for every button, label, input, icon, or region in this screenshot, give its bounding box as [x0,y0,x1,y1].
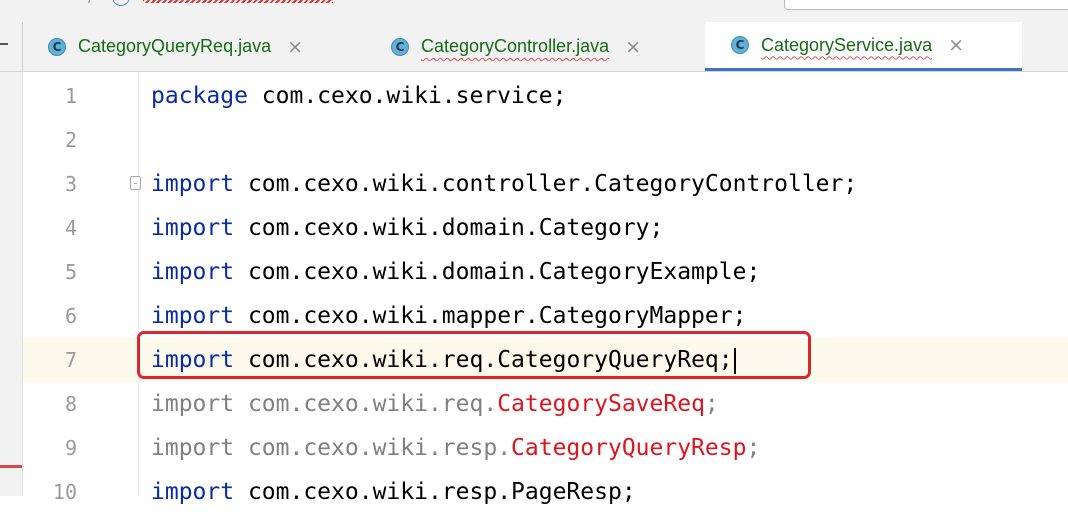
class-icon [112,0,130,6]
close-icon[interactable]: × [625,36,641,58]
code-line[interactable]: 10 import com.cexo.wiki.resp.PageResp; [23,470,1068,514]
code-text[interactable]: import com.cexo.wiki.mapper.CategoryMapp… [151,294,746,338]
tab-category-query-req[interactable]: C CategoryQueryReq.java × [22,22,365,71]
editor-tab-bar: C CategoryQueryReq.java × C CategoryCont… [0,22,1068,72]
line-number: 3 [64,172,77,196]
code-text[interactable]: import com.cexo.wiki.domain.CategoryExam… [151,250,760,294]
statement-end: ; [843,171,858,197]
left-tool-strip [0,72,23,496]
package-path: com.cexo.wiki.resp. [234,479,512,505]
line-number: 10 [52,480,77,504]
code-line[interactable]: 1 package com.cexo.wiki.service; [23,74,1068,118]
class-name: Category [538,215,650,241]
class-name: CategoryController [594,171,844,197]
tab-label: CategoryQueryReq.java [78,36,272,56]
error-squiggle [143,0,333,3]
package-path: com.cexo.wiki.controller. [234,171,595,197]
text-caret [733,347,736,374]
keyword: import [151,347,235,373]
code-text[interactable]: import com.cexo.wiki.resp.PageResp; [151,470,636,514]
package-path: com.cexo.wiki.resp. [234,435,512,461]
search-field[interactable] [784,0,1068,10]
class-icon: C [731,36,749,54]
code-text[interactable]: import com.cexo.wiki.domain.Category; [151,206,663,250]
code-editor[interactable]: 1 package com.cexo.wiki.service; 2 3 imp… [0,72,1068,505]
class-name: CategoryQueryReq [497,347,719,373]
code-line[interactable]: 3 import com.cexo.wiki.controller.Catego… [23,162,1068,206]
keyword: import [151,259,235,285]
tab-label: CategoryService.java [761,34,933,55]
class-name: PageResp [511,479,622,505]
statement-end: ; [621,479,636,505]
code-text[interactable]: import com.cexo.wiki.req.CategoryQueryRe… [151,338,736,382]
error-marker [0,465,22,468]
keyword: import [151,435,235,461]
package-path: com.cexo.wiki.domain. [234,259,539,285]
statement-end: ; [718,347,733,373]
tab-category-controller[interactable]: C CategoryController.java × [365,22,705,71]
package-path: com.cexo.wiki.service [247,83,553,109]
statement-end: ; [649,215,664,241]
line-number: 8 [64,392,77,416]
tab-label: CategoryController.java [421,36,610,56]
keyword: import [151,303,235,329]
keyword: package [151,83,248,109]
keyword: import [151,215,235,241]
statement-end: ; [732,303,747,329]
code-text[interactable]: package com.cexo.wiki.service; [151,74,566,118]
keyword: import [151,391,235,417]
package-path: com.cexo.wiki.req. [234,347,498,373]
line-number: 4 [64,216,77,240]
line-number: 2 [64,128,77,152]
line-number: 9 [64,436,77,460]
class-name: CategoryExample [538,259,747,285]
line-number: 6 [64,304,77,328]
close-icon[interactable]: × [948,34,964,56]
statement-end: ; [746,259,761,285]
close-icon[interactable]: × [287,36,303,58]
package-path: com.cexo.wiki.mapper. [234,303,539,329]
package-path: com.cexo.wiki.domain. [234,215,539,241]
breadcrumb-bar: / [0,0,1068,22]
keyword: import [151,479,235,505]
code-line[interactable]: 5 import com.cexo.wiki.domain.CategoryEx… [23,250,1068,294]
statement-end: ; [704,391,719,417]
code-line[interactable]: 6 import com.cexo.wiki.mapper.CategoryMa… [23,294,1068,338]
tab-category-service[interactable]: C CategoryService.java × [705,22,1022,71]
code-line[interactable]: 2 [23,118,1068,162]
fold-icon[interactable] [130,176,141,190]
code-text[interactable]: import com.cexo.wiki.resp.CategoryQueryR… [151,426,760,470]
code-text[interactable]: import com.cexo.wiki.req.CategorySaveReq… [151,382,719,426]
keyword: import [151,171,235,197]
breadcrumb-separator-icon: / [88,0,92,8]
class-name: CategoryMapper [538,303,733,329]
unresolved-class-name: CategoryQueryResp [511,435,747,461]
tab-scroll-indicator [0,43,8,45]
statement-end: ; [746,435,761,461]
unresolved-class-name: CategorySaveReq [497,391,705,417]
class-icon: C [391,37,409,56]
line-number: 5 [64,260,77,284]
line-number: 1 [64,84,77,108]
line-number: 7 [64,348,77,372]
code-line[interactable]: 8 import com.cexo.wiki.req.CategorySaveR… [23,382,1068,426]
current-code-line[interactable]: 7 import com.cexo.wiki.req.CategoryQuery… [23,338,1068,382]
code-line[interactable]: 4 import com.cexo.wiki.domain.Category; [23,206,1068,250]
code-line[interactable]: 9 import com.cexo.wiki.resp.CategoryQuer… [23,426,1068,470]
package-path: com.cexo.wiki.req. [234,391,498,417]
code-text[interactable]: import com.cexo.wiki.controller.Category… [151,162,857,206]
statement-end: ; [552,83,567,109]
class-icon: C [48,37,66,56]
